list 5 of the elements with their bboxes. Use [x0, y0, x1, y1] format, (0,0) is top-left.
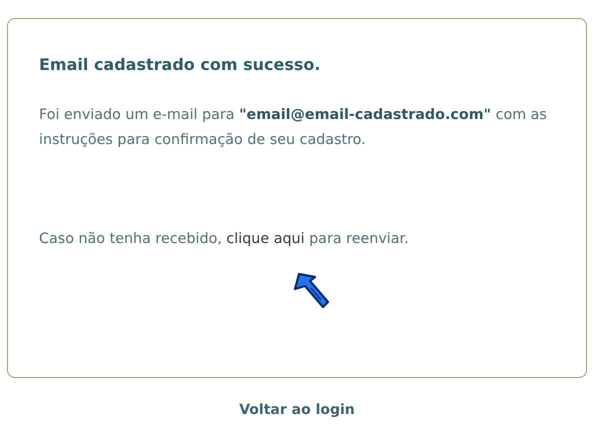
back-to-login-link[interactable]: Voltar ao login	[239, 402, 355, 418]
resend-link[interactable]: clique aqui	[226, 231, 305, 247]
resend-message: Caso não tenha recebido, clique aqui para reenviar.	[39, 230, 410, 249]
confirmation-message: Foi enviado um e-mail para "email@email-cadastrado.com" com as instruções para confirmação de seu cadastro.	[39, 106, 548, 150]
success-title: Email cadastrado com sucesso.	[39, 54, 322, 76]
